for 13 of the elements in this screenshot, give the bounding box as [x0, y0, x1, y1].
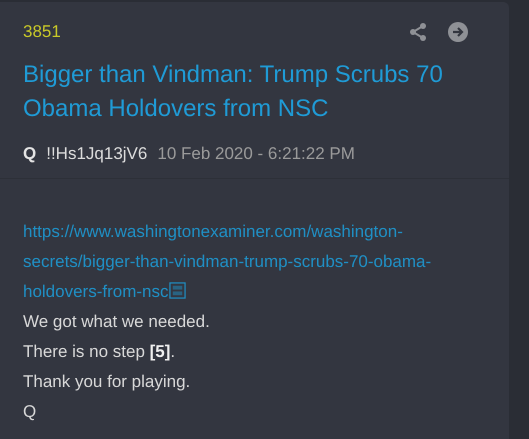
body-text: Thank you for playing.: [23, 371, 192, 393]
author-name: Q: [23, 144, 36, 164]
post-timestamp: 10 Feb 2020 - 6:21:22 PM: [157, 144, 355, 164]
share-icon[interactable]: [408, 22, 428, 42]
article-link[interactable]: https://www.washingtonexaminer.com/washington-secrets/bigger-than-vindman-trump-scrubs-70-obama-holdovers-from-nsc: [23, 217, 443, 307]
body-text: There is no step [5].: [23, 341, 176, 363]
body-text: Q: [23, 401, 38, 423]
missing-glyph-icon: [168, 282, 186, 299]
post-title[interactable]: Bigger than Vindman: Trump Scrubs 70 Obama Holdovers from NSC: [23, 58, 473, 126]
post-number: 3851: [23, 22, 61, 42]
author-tripcode: !!Hs1Jq13jV6: [46, 144, 148, 164]
arrow-circle-icon[interactable]: [448, 22, 468, 42]
body-text: We got what we needed.: [23, 311, 211, 333]
